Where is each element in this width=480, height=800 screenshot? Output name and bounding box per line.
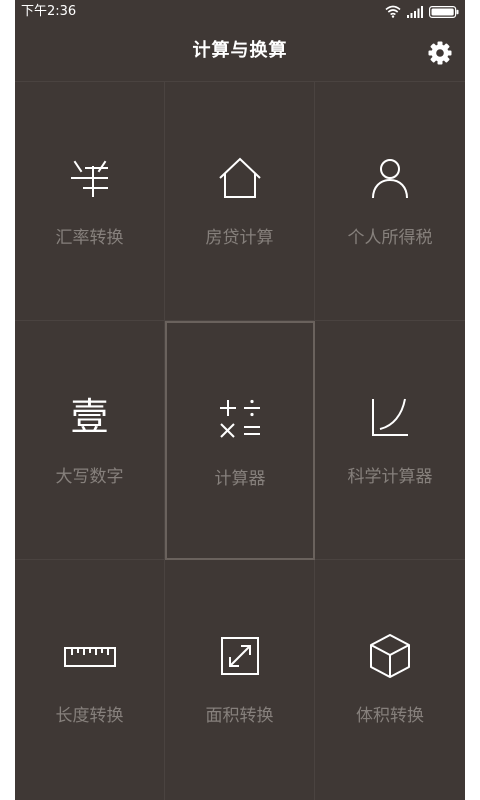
tile-income-tax[interactable]: 个人所得税 [315, 82, 465, 321]
tile-label: 长度转换 [55, 706, 124, 726]
page-title: 计算与换算 [192, 40, 288, 61]
person-icon [366, 154, 414, 202]
tile-label: 体积转换 [356, 706, 424, 726]
app-container: 下午2:36 计算与换算 汇率转换 房贷计算 个人所得税 壹 大写数字 计算器 … [15, 0, 465, 800]
tile-length-conversion[interactable]: 长度转换 [15, 560, 165, 800]
chinese-numeral-icon: 壹 [66, 393, 114, 441]
tile-area-conversion[interactable]: 面积转换 [165, 560, 315, 800]
title-bar: 计算与换算 [15, 24, 465, 80]
tile-label: 计算器 [214, 469, 266, 489]
battery-icon [429, 3, 459, 22]
tile-label: 个人所得税 [347, 228, 433, 248]
status-time: 下午2:36 [21, 4, 77, 19]
signal-icon [407, 3, 423, 22]
ruler-icon [63, 632, 116, 680]
tile-volume-conversion[interactable]: 体积转换 [315, 560, 465, 800]
tile-label: 汇率转换 [55, 228, 124, 248]
phone-screen: 下午2:36 计算与换算 汇率转换 房贷计算 个人所得税 壹 大写数字 计算器 … [0, 0, 480, 800]
tile-chinese-numerals[interactable]: 壹 大写数字 [15, 321, 165, 560]
status-bar: 下午2:36 [15, 0, 465, 24]
settings-button[interactable] [427, 40, 453, 66]
tile-label: 大写数字 [55, 467, 124, 487]
tile-mortgage[interactable]: 房贷计算 [165, 82, 315, 321]
cube-icon [366, 632, 414, 680]
expand-arrows-icon [216, 632, 264, 680]
wifi-icon [385, 3, 401, 22]
yuan-icon [66, 154, 114, 202]
curve-graph-icon [366, 393, 414, 441]
calculator-icon [216, 395, 264, 443]
tile-label: 房贷计算 [205, 228, 274, 248]
tool-grid: 汇率转换 房贷计算 个人所得税 壹 大写数字 计算器 科学计算器 长度转换 面积… [15, 81, 465, 800]
gear-icon [428, 41, 452, 65]
tile-exchange-rate[interactable]: 汇率转换 [15, 82, 165, 321]
status-icons [385, 4, 459, 20]
numeral-glyph: 壹 [70, 395, 109, 439]
tile-calculator[interactable]: 计算器 [165, 321, 315, 560]
tile-scientific-calculator[interactable]: 科学计算器 [315, 321, 465, 560]
tile-label: 科学计算器 [347, 467, 433, 487]
tile-label: 面积转换 [205, 706, 274, 726]
house-icon [216, 154, 264, 202]
